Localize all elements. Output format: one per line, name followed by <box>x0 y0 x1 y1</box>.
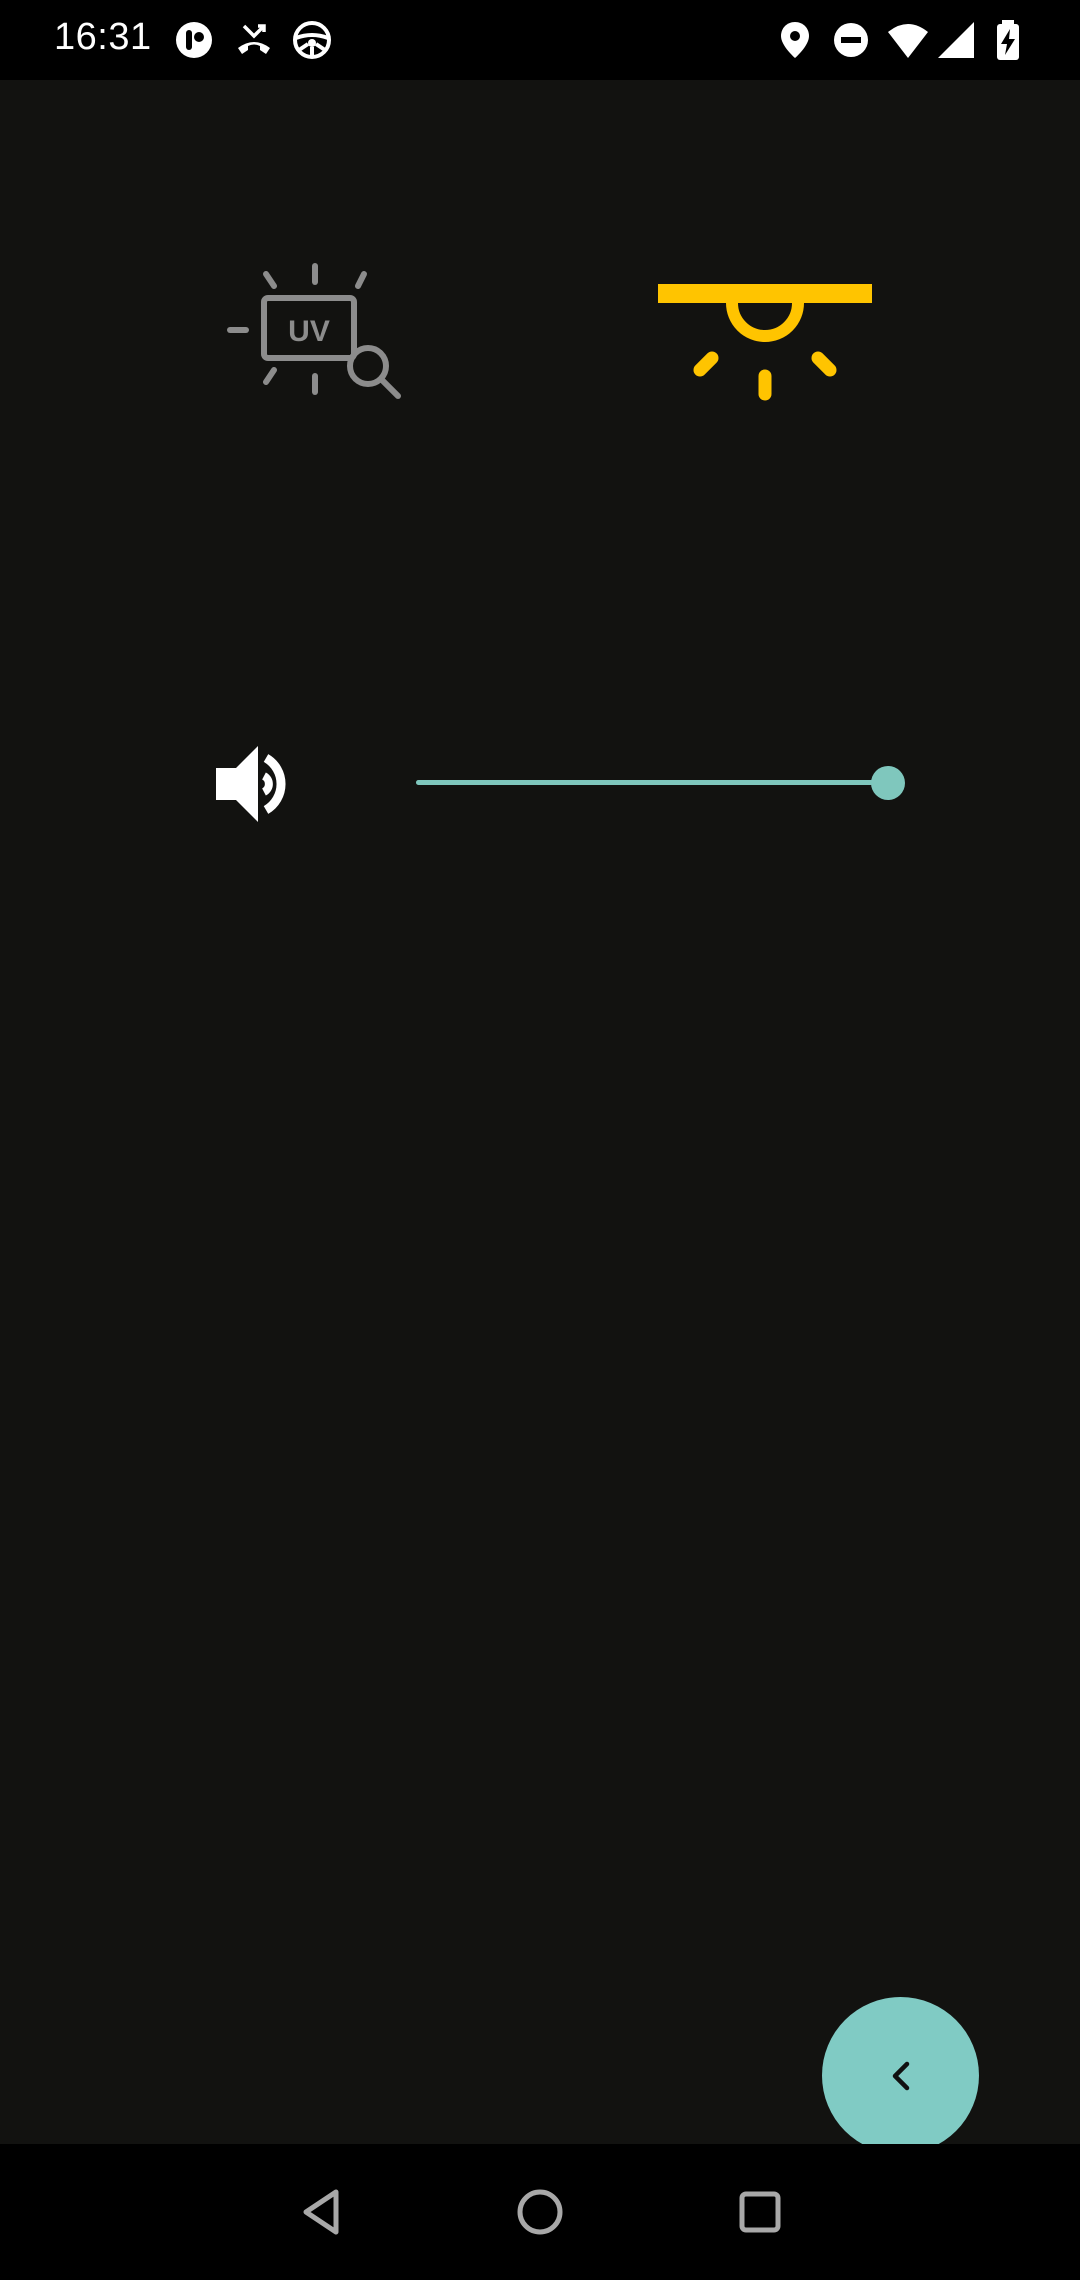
main-content: UV <box>0 80 1080 2154</box>
battery-charging-icon <box>986 18 1030 62</box>
volume-up-icon[interactable] <box>210 734 310 834</box>
cell-signal-icon <box>934 18 978 62</box>
uv-label: UV <box>288 315 330 348</box>
screen: 16:31 UV <box>0 0 1080 2280</box>
notification-app-icon <box>172 18 216 62</box>
recents-icon <box>739 2191 781 2233</box>
slider-fill <box>416 780 888 785</box>
back-icon <box>303 2189 339 2235</box>
status-bar: 16:31 <box>0 0 1080 80</box>
status-time: 16:31 <box>54 16 152 58</box>
nav-home-button[interactable] <box>510 2182 570 2242</box>
back-fab-button[interactable] <box>822 1997 979 2154</box>
location-icon <box>773 18 817 62</box>
home-icon <box>517 2189 563 2235</box>
steering-wheel-icon <box>290 18 334 62</box>
slider-thumb[interactable] <box>871 766 905 800</box>
wifi-icon <box>886 18 930 62</box>
navigation-bar <box>0 2144 1080 2280</box>
volume-control <box>0 720 1080 840</box>
nav-recents-button[interactable] <box>730 2182 790 2242</box>
do-not-disturb-icon <box>829 18 873 62</box>
nav-back-button[interactable] <box>292 2182 352 2242</box>
volume-slider[interactable] <box>416 758 905 806</box>
missed-call-icon <box>232 18 276 62</box>
chevron-left-icon <box>892 2061 909 2090</box>
uv-inspection-icon[interactable]: UV <box>220 260 410 400</box>
ceiling-light-icon[interactable] <box>650 280 880 410</box>
